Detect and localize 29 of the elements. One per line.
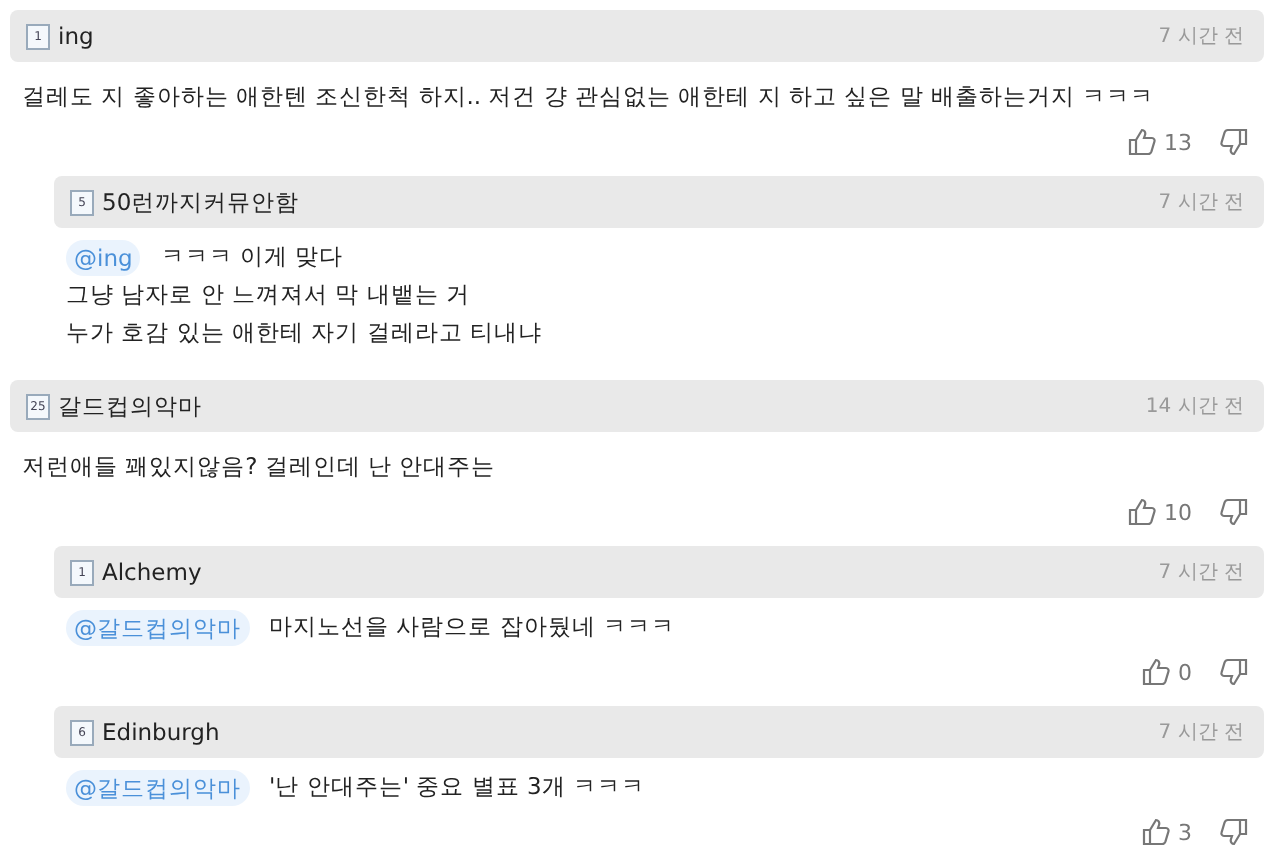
author-name[interactable]: 갈드컵의악마 — [58, 391, 202, 421]
thumbs-down-icon[interactable] — [1220, 128, 1248, 156]
reply-text: 그냥 남자로 안 느껴져서 막 내뱉는 거 — [66, 278, 470, 312]
reply-text: ㅋㅋㅋ 이게 맞다 — [160, 240, 344, 274]
comment-text: 저런애들 꽤있지않음? 걸레인데 난 안대주는 — [22, 450, 496, 484]
comment-text: 걸레도 지 좋아하는 애한텐 조신한척 하지.. 저건 걍 관심없는 애한테 지 하고 싶은 말 배출하는거지 ㅋㅋㅋ — [22, 80, 1155, 114]
reply-text: '난 안대주는' 중요 별표 3개 ㅋㅋㅋ — [269, 770, 645, 804]
author-name[interactable]: Edinburgh — [102, 718, 220, 746]
like-count: 13 — [1164, 129, 1192, 155]
reply-text: 마지노선을 사람으로 잡아뒀네 ㅋㅋㅋ — [269, 610, 675, 644]
timestamp: 7 시간 전 — [1158, 560, 1244, 586]
timestamp: 14 시간 전 — [1145, 394, 1244, 420]
author-name[interactable]: Alchemy — [102, 558, 202, 586]
thumbs-down-icon[interactable] — [1220, 818, 1248, 846]
like-count: 0 — [1178, 659, 1192, 685]
timestamp: 7 시간 전 — [1158, 24, 1244, 50]
thumbs-up-icon[interactable] — [1128, 498, 1156, 526]
timestamp: 7 시간 전 — [1158, 720, 1244, 746]
thumbs-up-icon[interactable] — [1142, 818, 1170, 846]
thumbs-down-icon[interactable] — [1220, 498, 1248, 526]
timestamp: 7 시간 전 — [1158, 190, 1244, 216]
like-count: 3 — [1178, 819, 1192, 845]
like-count: 10 — [1164, 499, 1192, 525]
thumbs-down-icon[interactable] — [1220, 658, 1248, 686]
author-name[interactable]: 50런까지커뮤안함 — [102, 187, 300, 217]
author-name[interactable]: ing — [58, 22, 94, 50]
thumbs-up-icon[interactable] — [1142, 658, 1170, 686]
reply-text: 누가 호감 있는 애한테 자기 걸레라고 티내냐 — [66, 316, 542, 350]
thumbs-up-icon[interactable] — [1128, 128, 1156, 156]
